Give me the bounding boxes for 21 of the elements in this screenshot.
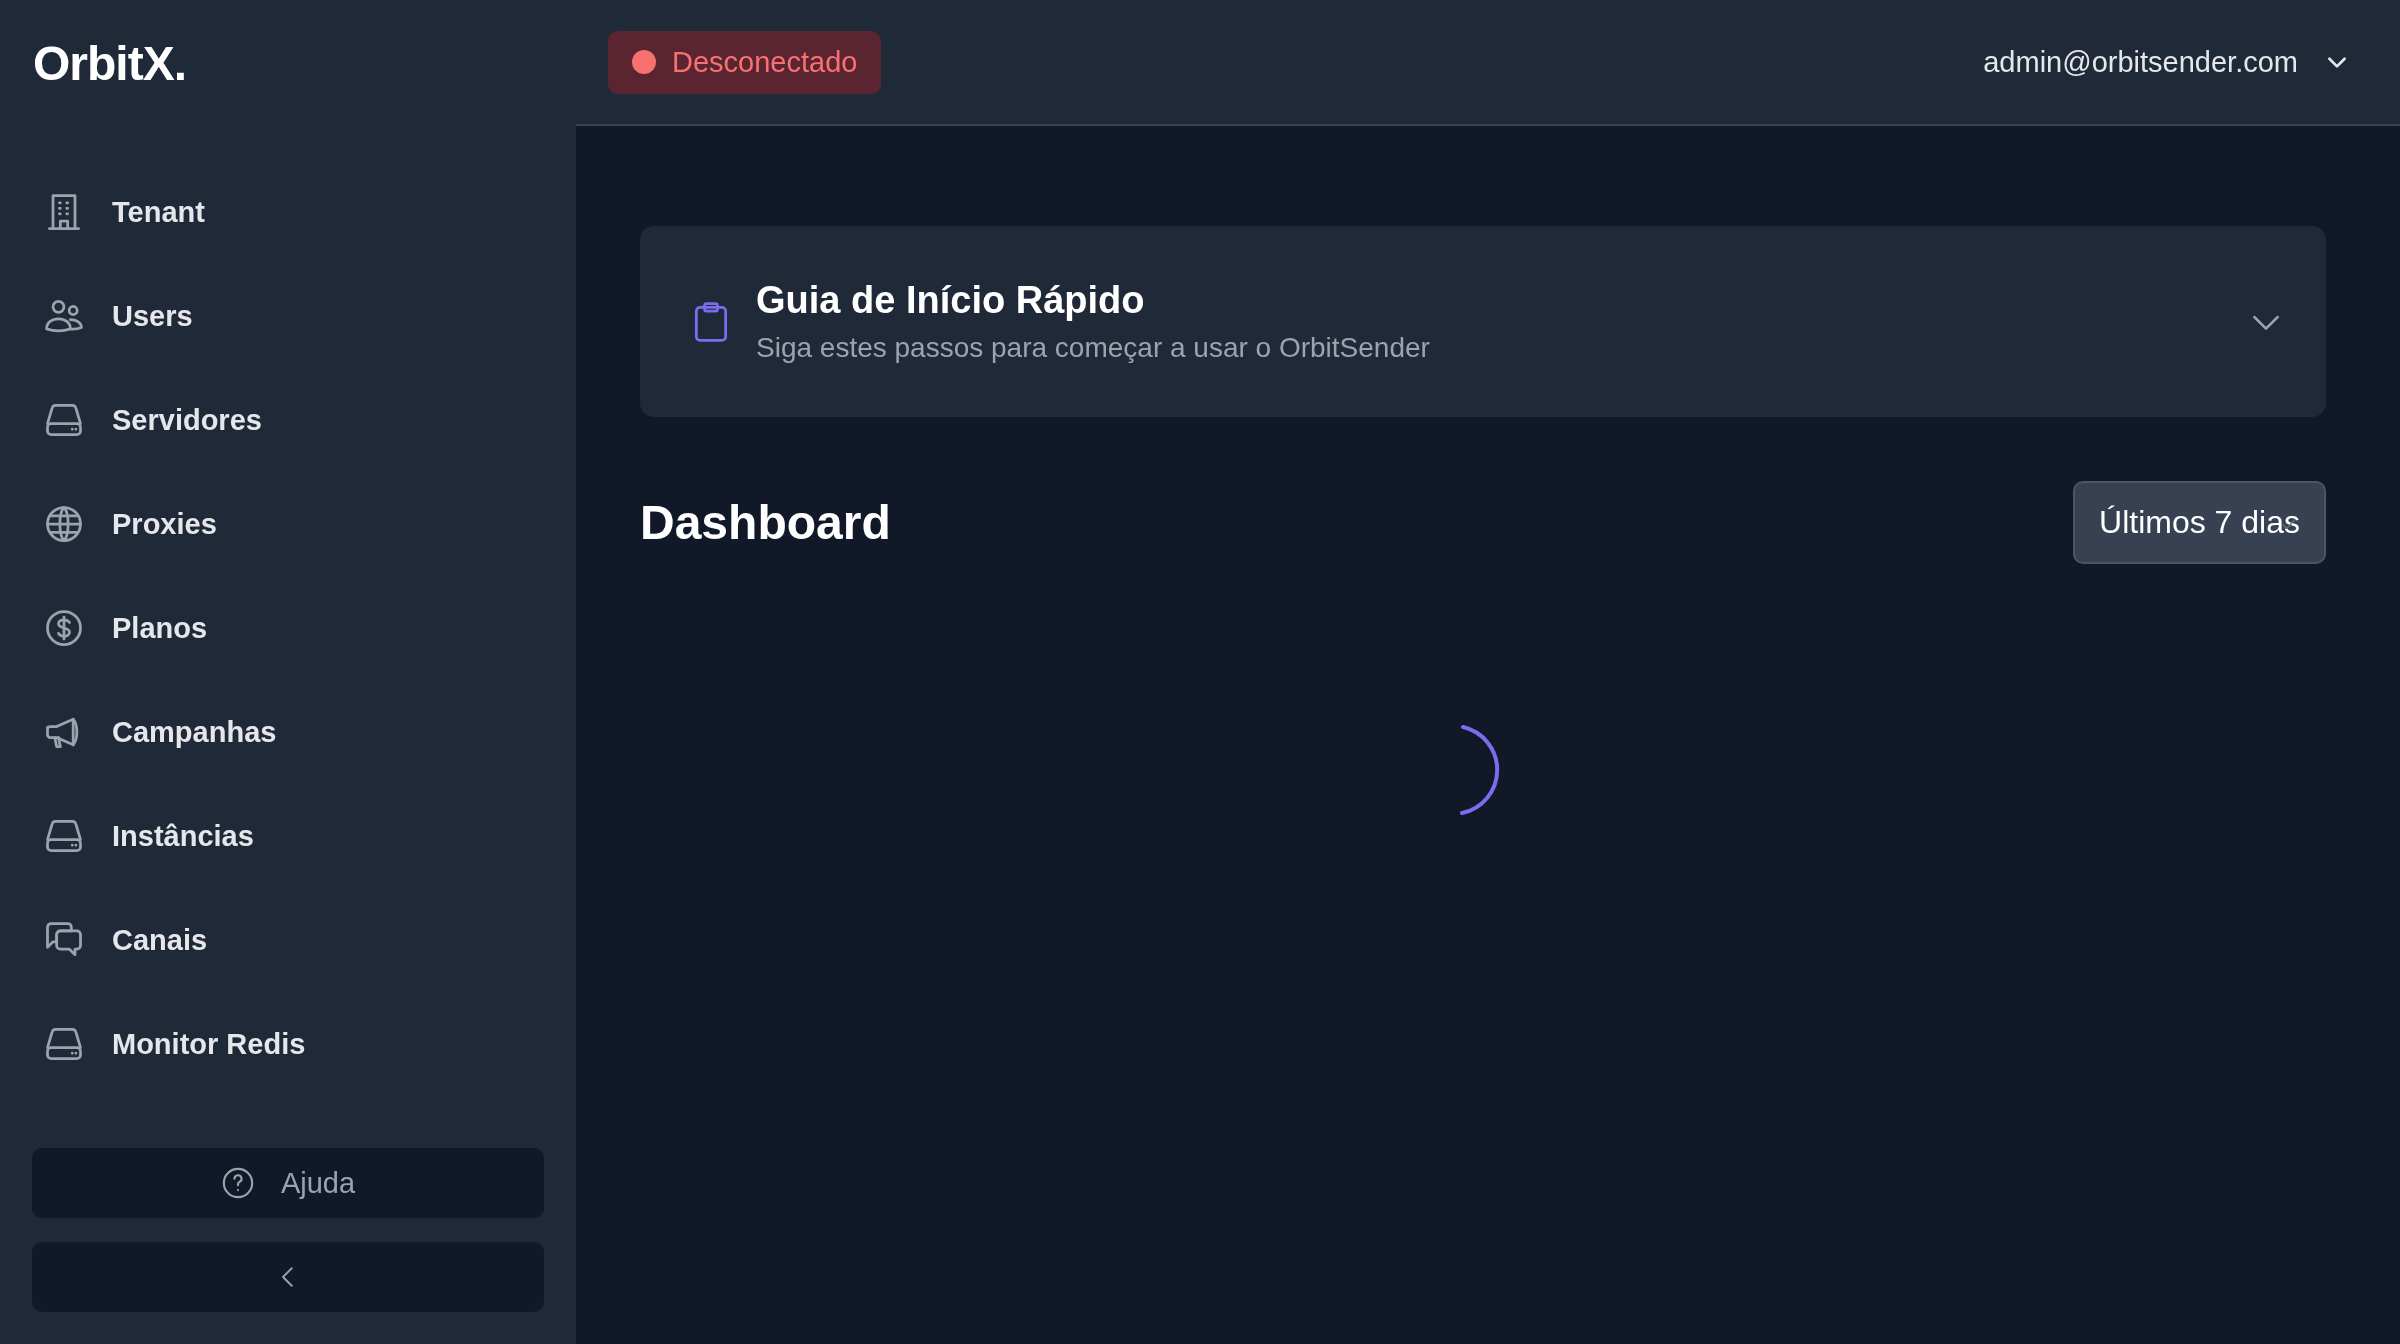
sidebar-item[interactable]: Canais — [32, 888, 208, 993]
sidebar-item[interactable]: Proxies — [32, 472, 217, 577]
sidebar-item[interactable]: Campanhas — [32, 680, 277, 785]
card-subtitle: Siga estes passos para começar a usar o OrbitSender — [756, 332, 1430, 364]
sidebar-item[interactable]: Instâncias — [32, 784, 254, 889]
page-title: Dashboard — [640, 495, 891, 550]
sidebar-item[interactable]: Servidores — [32, 368, 262, 473]
sidebar-item[interactable]: Tenant — [32, 160, 205, 265]
help-icon — [220, 1166, 255, 1201]
quick-start-card[interactable]: Guia de Início Rápido Siga estes passos para começar a usar o OrbitSender — [640, 226, 2326, 417]
clipboard-icon — [692, 299, 730, 344]
help-button[interactable]: Ajuda — [32, 1148, 544, 1219]
connection-status-badge: Desconectado — [608, 30, 882, 94]
status-dot-icon — [632, 50, 656, 74]
sidebar-item[interactable]: Monitor Redis — [32, 992, 306, 1097]
user-menu[interactable]: admin@orbitsender.com — [1983, 45, 2350, 79]
period-select[interactable]: Últimos 7 dias — [2073, 481, 2326, 564]
logo: OrbitX. — [33, 36, 186, 92]
sidebar-item[interactable]: Users — [32, 264, 193, 369]
card-title: Guia de Início Rápido — [756, 279, 1145, 322]
sidebar-item[interactable]: Planos — [32, 576, 208, 681]
